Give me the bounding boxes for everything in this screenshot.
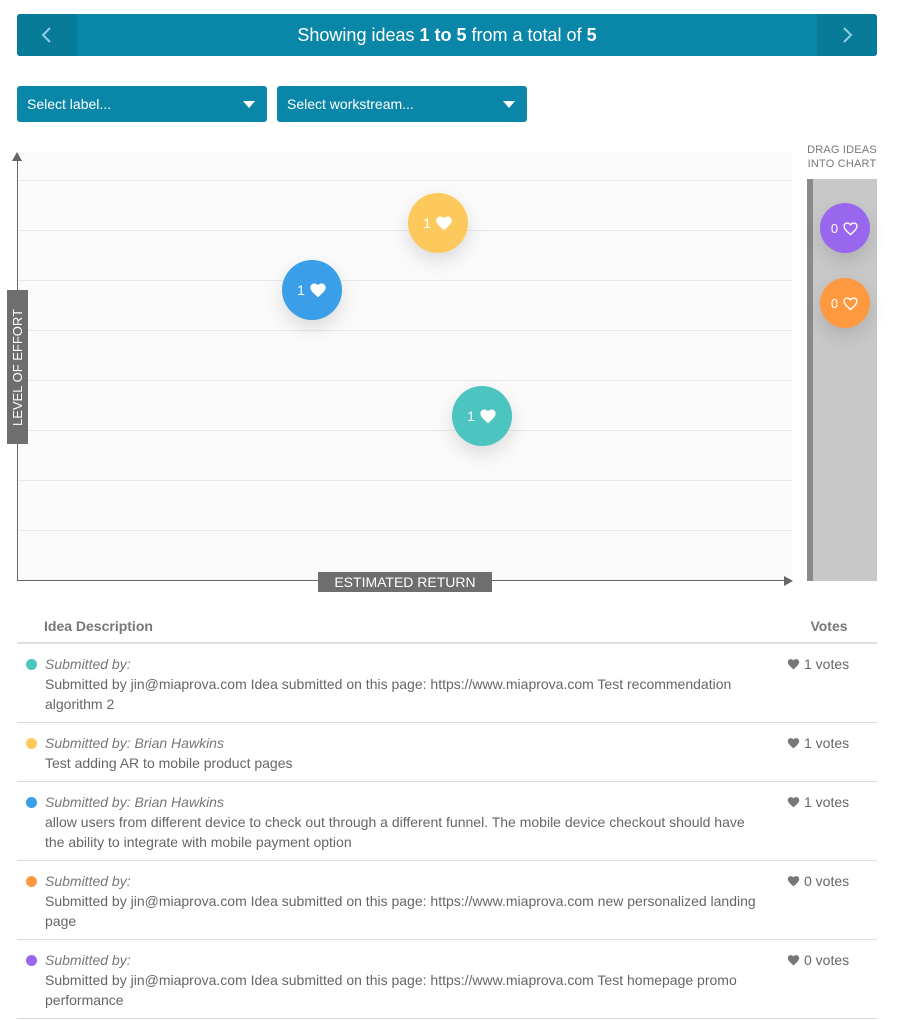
idea-color-dot: [26, 797, 37, 808]
vote-count: 1 votes: [787, 654, 877, 714]
x-axis-label: ESTIMATED RETURN: [318, 572, 492, 592]
gridline: [17, 280, 792, 281]
vote-count-text: 1 votes: [804, 735, 850, 751]
caret-down-icon: [503, 100, 515, 108]
drag-panel-title-line2: INTO CHART: [807, 158, 877, 170]
idea-text: Submitted by jin@miaprova.com Idea submi…: [45, 676, 732, 712]
submitted-by: Submitted by:: [45, 873, 131, 889]
y-axis-label: LEVEL OF EFFORT: [7, 290, 28, 444]
dot-cell: [17, 871, 45, 931]
gridline: [17, 430, 792, 431]
dot-cell: [17, 654, 45, 714]
workstream-select[interactable]: Select workstream...: [277, 86, 527, 122]
submitted-by: Submitted by: Brian Hawkins: [45, 735, 224, 751]
heart-icon: [787, 659, 800, 670]
ideas-table: Idea Description Votes Submitted by: Sub…: [17, 610, 877, 1019]
gridline: [17, 530, 792, 531]
table-row[interactable]: Submitted by: Submitted by jin@miaprova.…: [17, 644, 877, 723]
idea-text: allow users from different device to che…: [45, 814, 745, 850]
vote-count: 1 votes: [787, 792, 877, 852]
idea-description: Submitted by: Submitted by jin@miaprova.…: [45, 654, 787, 714]
idea-color-dot: [26, 955, 37, 966]
idea-text: Test adding AR to mobile product pages: [45, 755, 293, 771]
pagination-range: 1 to 5: [419, 24, 467, 45]
heart-icon: [436, 216, 452, 231]
idea-color-dot: [26, 738, 37, 749]
pagination-summary: Showing ideas 1 to 5 from a total of 5: [77, 25, 817, 46]
y-axis-label-text: LEVEL OF EFFORT: [10, 308, 25, 426]
submitted-by: Submitted by: Brian Hawkins: [45, 794, 224, 810]
pagination-middle: from a total of: [466, 24, 587, 45]
chevron-left-icon: [41, 27, 51, 43]
vote-count: 0 votes: [787, 871, 877, 931]
idea-bubble[interactable]: 1: [408, 193, 468, 253]
bubble-vote-count: 0: [830, 295, 839, 311]
dot-cell: [17, 950, 45, 1010]
heart-icon: [787, 797, 800, 808]
pagination-total: 5: [586, 24, 597, 45]
drag-panel-title: DRAG IDEAS INTO CHART: [806, 143, 878, 171]
gridline: [17, 480, 792, 481]
vote-count: 0 votes: [787, 950, 877, 1010]
caret-down-icon: [243, 100, 255, 108]
heart-icon: [787, 955, 800, 966]
vote-count-text: 1 votes: [804, 794, 850, 810]
vote-count-text: 0 votes: [804, 873, 850, 889]
label-select[interactable]: Select label...: [17, 86, 267, 122]
gridline: [17, 330, 792, 331]
pagination-prefix: Showing ideas: [297, 24, 420, 45]
vote-count-text: 0 votes: [804, 952, 850, 968]
table-row[interactable]: Submitted by: Brian Hawkins allow users …: [17, 782, 877, 861]
idea-description: Submitted by: Brian Hawkins allow users …: [45, 792, 787, 852]
unplaced-idea-bubble[interactable]: 0: [820, 278, 870, 328]
idea-color-dot: [26, 876, 37, 887]
pagination-bar: Showing ideas 1 to 5 from a total of 5: [17, 14, 877, 56]
label-select-value: Select label...: [27, 96, 112, 112]
heart-icon: [787, 738, 800, 749]
dot-cell: [17, 792, 45, 852]
bubble-vote-count: 0: [830, 220, 839, 236]
workstream-select-value: Select workstream...: [287, 96, 414, 112]
y-axis-arrow-icon: [12, 152, 22, 161]
bubble-vote-count: 1: [423, 215, 431, 231]
vote-count-text: 1 votes: [804, 656, 850, 672]
drag-panel-title-line1: DRAG IDEAS: [807, 144, 877, 156]
idea-color-dot: [26, 659, 37, 670]
idea-description: Submitted by: Submitted by jin@miaprova.…: [45, 950, 787, 1010]
idea-bubble[interactable]: 1: [282, 260, 342, 320]
submitted-by: Submitted by:: [45, 656, 131, 672]
heart-icon: [787, 876, 800, 887]
prioritization-chart[interactable]: [17, 152, 792, 581]
vote-count: 1 votes: [787, 733, 877, 773]
gridline: [17, 180, 792, 181]
bubble-vote-count: 1: [467, 408, 475, 424]
heart-outline-icon: [843, 221, 858, 236]
heart-outline-icon: [843, 296, 858, 311]
table-row[interactable]: Submitted by: Submitted by jin@miaprova.…: [17, 940, 877, 1019]
submitted-by: Submitted by:: [45, 952, 131, 968]
previous-page-button[interactable]: [17, 14, 77, 56]
idea-text: Submitted by jin@miaprova.com Idea submi…: [45, 972, 737, 1008]
table-row[interactable]: Submitted by: Brian Hawkins Test adding …: [17, 723, 877, 782]
table-header: Idea Description Votes: [17, 610, 877, 644]
idea-description: Submitted by: Submitted by jin@miaprova.…: [45, 871, 787, 931]
x-axis-arrow-icon: [784, 576, 793, 586]
gridline: [17, 230, 792, 231]
idea-text: Submitted by jin@miaprova.com Idea submi…: [45, 893, 756, 929]
next-page-button[interactable]: [817, 14, 877, 56]
column-header-description: Idea Description: [44, 618, 153, 634]
table-row[interactable]: Submitted by: Submitted by jin@miaprova.…: [17, 861, 877, 940]
gridline: [17, 380, 792, 381]
heart-icon: [310, 283, 326, 298]
bubble-vote-count: 1: [297, 282, 305, 298]
heart-icon: [480, 409, 496, 424]
column-header-votes: Votes: [810, 618, 848, 634]
unplaced-idea-bubble[interactable]: 0: [820, 203, 870, 253]
idea-description: Submitted by: Brian Hawkins Test adding …: [45, 733, 787, 773]
dot-cell: [17, 733, 45, 773]
chevron-right-icon: [843, 27, 853, 43]
idea-bubble[interactable]: 1: [452, 386, 512, 446]
